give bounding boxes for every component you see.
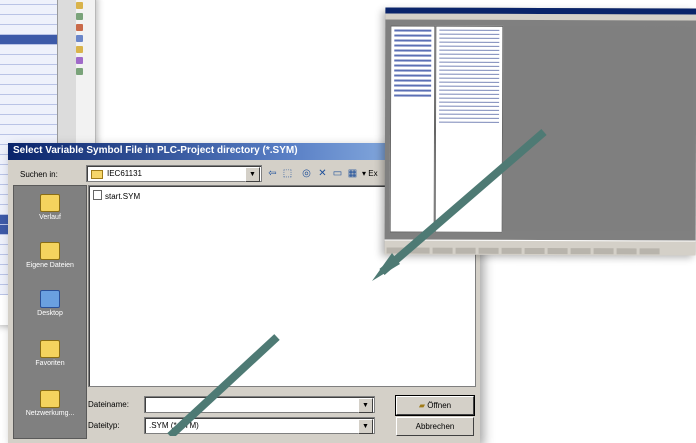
inset-screenshot bbox=[384, 7, 696, 256]
file-icon bbox=[93, 190, 102, 200]
back-icon[interactable]: ⇦ bbox=[266, 167, 279, 180]
inset-menubar bbox=[385, 13, 696, 21]
file-item[interactable]: start.SYM bbox=[93, 190, 140, 201]
history-icon bbox=[40, 194, 60, 212]
dialog-title: Select Variable Symbol File in PLC-Proje… bbox=[13, 145, 298, 156]
place-label: Favoriten bbox=[35, 360, 65, 367]
delete-icon[interactable]: ✕ bbox=[316, 167, 329, 180]
chevron-down-icon[interactable]: ▼ bbox=[358, 419, 373, 434]
new-folder-icon[interactable]: ▭ bbox=[331, 167, 344, 180]
background-icon-column bbox=[76, 0, 86, 79]
inset-variable-table bbox=[434, 25, 504, 233]
filename-input[interactable]: ▼ bbox=[144, 396, 375, 413]
place-label: Eigene Dateien bbox=[26, 262, 74, 269]
place-favorites[interactable]: Favoriten bbox=[14, 334, 86, 380]
place-network[interactable]: Netzwerkumg... bbox=[14, 384, 86, 430]
filetype-dropdown[interactable]: .SYM (*.SYM) ▼ bbox=[144, 417, 375, 434]
cancel-button[interactable]: Abbrechen bbox=[396, 417, 474, 436]
open-button[interactable]: ▰ Öffnen bbox=[395, 395, 475, 416]
up-folder-icon[interactable]: ⬚ bbox=[281, 167, 294, 180]
inset-taskbar bbox=[384, 239, 696, 256]
filetype-value: .SYM (*.SYM) bbox=[149, 421, 199, 430]
place-label: Verlauf bbox=[39, 214, 61, 221]
desktop-icon bbox=[40, 290, 60, 308]
place-desktop[interactable]: Desktop bbox=[14, 284, 86, 330]
search-web-icon[interactable]: ◎ bbox=[300, 167, 313, 180]
tools-menu[interactable]: ▾ Ex bbox=[362, 169, 378, 178]
folder-icon bbox=[91, 170, 103, 179]
look-in-value: IEC61131 bbox=[107, 169, 142, 178]
chevron-down-icon[interactable]: ▼ bbox=[245, 167, 260, 182]
place-label: Netzwerkumg... bbox=[25, 410, 75, 417]
filetype-label: Dateityp: bbox=[88, 421, 120, 430]
filename-label: Dateiname: bbox=[88, 400, 129, 409]
favorites-icon bbox=[40, 340, 60, 358]
chevron-down-icon[interactable]: ▼ bbox=[358, 398, 373, 413]
place-my-documents[interactable]: Eigene Dateien bbox=[14, 236, 86, 282]
place-history[interactable]: Verlauf bbox=[14, 188, 86, 234]
inset-tree-panel bbox=[389, 25, 436, 233]
look-in-dropdown[interactable]: IEC61131 ▼ bbox=[86, 165, 262, 182]
inset-main-area bbox=[502, 25, 694, 232]
open-folder-icon: ▰ bbox=[418, 401, 428, 410]
places-bar: Verlauf Eigene Dateien Desktop Favoriten… bbox=[13, 185, 87, 439]
open-button-label: Öffnen bbox=[427, 401, 452, 410]
file-name: start.SYM bbox=[105, 192, 141, 201]
place-label: Desktop bbox=[37, 310, 63, 317]
network-icon bbox=[40, 390, 60, 408]
views-icon[interactable]: ▦ bbox=[346, 167, 359, 180]
my-documents-icon bbox=[40, 242, 60, 260]
look-in-label: Suchen in: bbox=[20, 170, 58, 179]
cancel-button-label: Abbrechen bbox=[415, 422, 455, 431]
